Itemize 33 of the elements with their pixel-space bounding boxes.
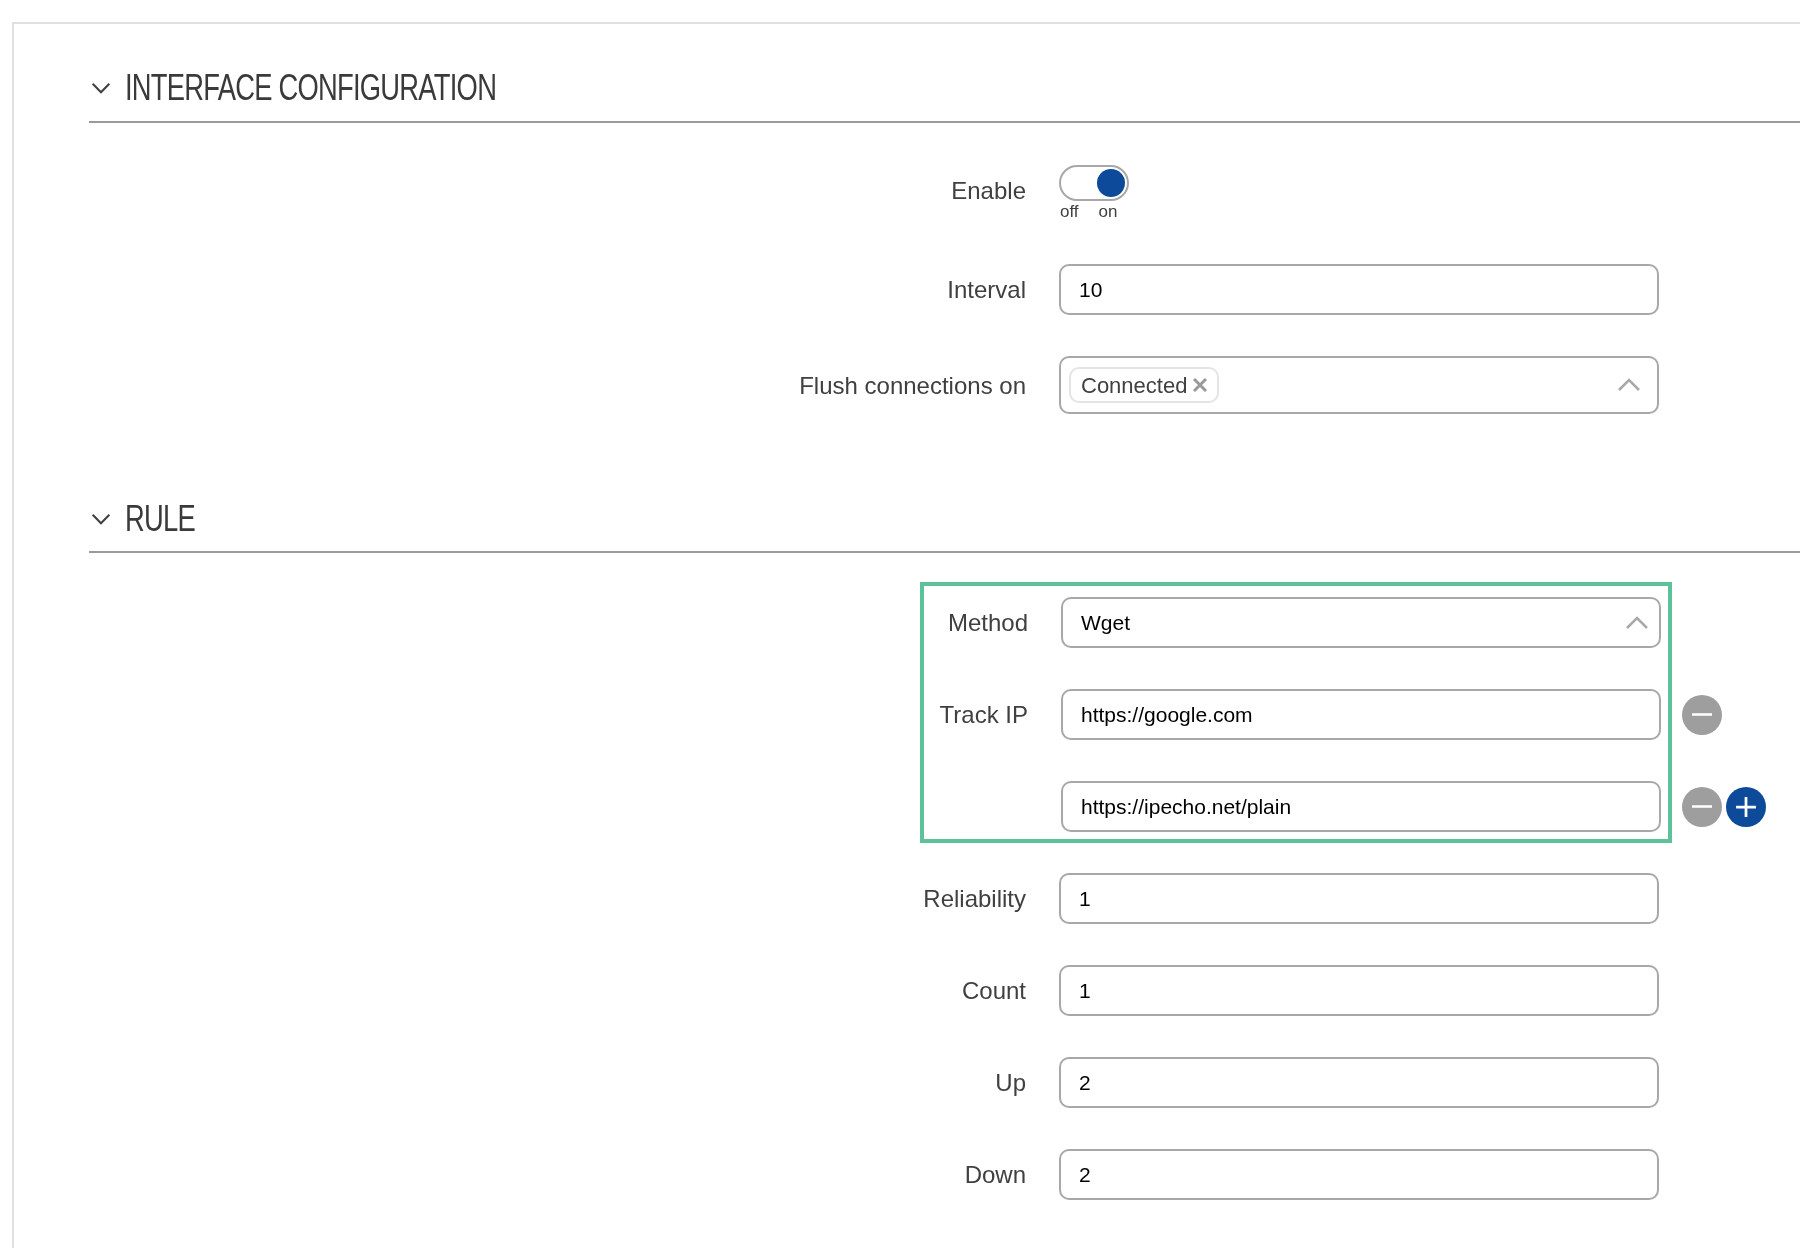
close-icon[interactable] bbox=[1193, 378, 1208, 392]
add-button[interactable] bbox=[1726, 786, 1766, 827]
input-field[interactable]: 1 bbox=[1059, 965, 1659, 1016]
field-label: Reliability bbox=[922, 884, 1027, 914]
field-label: Track IP bbox=[938, 700, 1029, 730]
field-label: Method bbox=[946, 608, 1029, 638]
minus-icon bbox=[1692, 713, 1712, 716]
field-label: Flush connections on bbox=[798, 370, 1027, 401]
plus-icon bbox=[1735, 795, 1757, 818]
on-label: on bbox=[1098, 201, 1118, 223]
field-label: Count bbox=[960, 976, 1027, 1006]
input-field[interactable]: 2 bbox=[1059, 1057, 1659, 1108]
section-title[interactable]: INTERFACE CONFIGURATION bbox=[125, 64, 497, 112]
input-field[interactable]: 2 bbox=[1059, 1149, 1659, 1200]
field-label: Enable bbox=[950, 176, 1027, 206]
select-value: Wget bbox=[1081, 609, 1131, 636]
input-field[interactable]: https://ipecho.net/plain bbox=[1061, 781, 1661, 832]
select-field[interactable]: Wget bbox=[1061, 597, 1661, 648]
input-field[interactable]: 1 bbox=[1059, 873, 1659, 924]
chevron-icon[interactable] bbox=[91, 82, 111, 94]
remove-button[interactable] bbox=[1682, 694, 1722, 735]
minus-icon bbox=[1692, 805, 1712, 808]
off-label: off bbox=[1060, 201, 1079, 223]
field-label: Down bbox=[963, 1160, 1027, 1190]
multiselect-field[interactable]: Connected bbox=[1059, 356, 1659, 414]
tag-label: Connected bbox=[1081, 371, 1188, 400]
field-label: Up bbox=[994, 1068, 1027, 1098]
field-label: Interval bbox=[946, 275, 1027, 305]
input-field[interactable]: https://google.com bbox=[1061, 689, 1661, 740]
section-title[interactable]: RULE bbox=[125, 495, 195, 543]
input-field[interactable]: 10 bbox=[1059, 264, 1659, 315]
toggle-switch[interactable] bbox=[1059, 165, 1129, 201]
chevron-icon[interactable] bbox=[91, 513, 111, 525]
